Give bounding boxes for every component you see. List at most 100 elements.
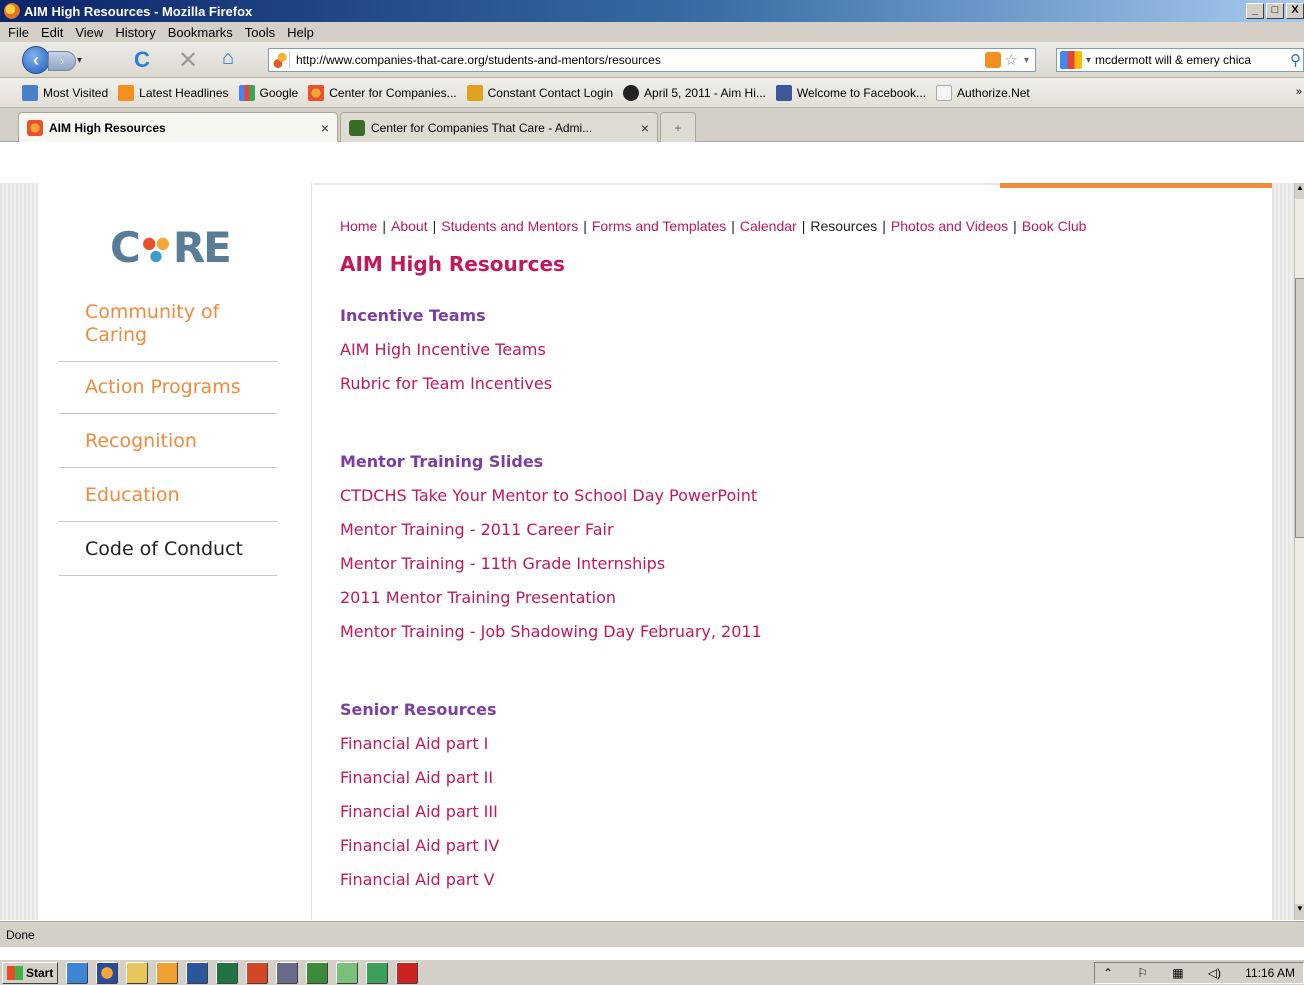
close-tab-icon[interactable]: ×: [321, 120, 329, 136]
site-sidebar: C RE Community of Caring Action Programs …: [38, 183, 312, 920]
volume-icon[interactable]: ◁): [1208, 966, 1221, 980]
bookmark-item[interactable]: Constant Contact Login: [466, 84, 613, 101]
resource-link[interactable]: Financial Aid part IV: [340, 836, 1260, 855]
resource-link[interactable]: Rubric for Team Incentives: [340, 374, 1260, 393]
menu-tools[interactable]: Tools: [245, 25, 275, 40]
menu-bookmarks[interactable]: Bookmarks: [168, 25, 233, 40]
ie-taskbar-icon[interactable]: [66, 961, 89, 984]
sidebar-item-code-of-conduct[interactable]: Code of Conduct: [59, 522, 277, 576]
window-title: AIM High Resources - Mozilla Firefox: [24, 3, 253, 19]
maximize-button[interactable]: □: [1266, 3, 1284, 19]
word-taskbar-icon[interactable]: [186, 961, 209, 984]
bookmark-item[interactable]: Latest Headlines: [118, 84, 229, 101]
start-button[interactable]: Start: [2, 961, 59, 984]
search-icon[interactable]: ⚲: [1290, 51, 1301, 69]
resource-link[interactable]: Mentor Training - 2011 Career Fair: [340, 520, 1260, 539]
sidebar-item-recognition[interactable]: Recognition: [59, 414, 277, 468]
web-page: C RE Community of Caring Action Programs …: [38, 183, 1272, 920]
sidebar-item-action-programs[interactable]: Action Programs: [59, 362, 277, 414]
resource-link[interactable]: Mentor Training - 11th Grade Internships: [340, 554, 1260, 573]
resource-link[interactable]: Mentor Training - Job Shadowing Day Febr…: [340, 622, 1260, 641]
care-logo[interactable]: C RE: [110, 223, 232, 272]
game-taskbar-icon[interactable]: [366, 961, 389, 984]
clock[interactable]: 11:16 AM: [1245, 966, 1295, 980]
tab-aim-high-resources[interactable]: AIM High Resources ×: [18, 112, 338, 142]
picture-taskbar-icon[interactable]: [336, 961, 359, 984]
sidebar-item-community-of-caring[interactable]: Community of Caring: [59, 295, 277, 362]
nav-about[interactable]: About: [391, 218, 428, 234]
status-bar: Done: [0, 921, 1304, 947]
folder-taskbar-icon[interactable]: [126, 961, 149, 984]
bookmark-star-icon[interactable]: ☆: [1005, 51, 1018, 69]
sidebar-item-education[interactable]: Education: [59, 468, 277, 522]
rss-icon: [118, 84, 135, 101]
stop-icon[interactable]: ✕: [178, 46, 198, 75]
menu-edit[interactable]: Edit: [41, 25, 63, 40]
nav-students-and-mentors[interactable]: Students and Mentors: [441, 218, 578, 234]
tray-expand-icon[interactable]: ⌃: [1103, 966, 1113, 980]
scroll-up-icon[interactable]: ▲: [1295, 183, 1304, 199]
resource-link[interactable]: Financial Aid part V: [340, 870, 1260, 889]
nav-home[interactable]: Home: [340, 218, 377, 234]
scroll-down-icon[interactable]: ▼: [1295, 904, 1304, 920]
scrollbar-thumb[interactable]: [1295, 278, 1304, 538]
google-engine-icon[interactable]: [1060, 51, 1082, 69]
resource-link[interactable]: Financial Aid part II: [340, 768, 1260, 787]
minimize-button[interactable]: _: [1246, 3, 1264, 19]
reload-icon[interactable]: C: [134, 47, 150, 73]
powerpoint-taskbar-icon[interactable]: [246, 961, 269, 984]
flag-icon[interactable]: ⚐: [1137, 966, 1148, 980]
bookmark-item[interactable]: Center for Companies...: [308, 84, 457, 101]
url-dropdown-icon[interactable]: ▾: [1024, 55, 1029, 66]
history-dropdown-icon[interactable]: ▾: [77, 55, 82, 66]
bookmark-item[interactable]: Most Visited: [22, 84, 108, 101]
clock-taskbar-icon[interactable]: [156, 961, 179, 984]
firefox-taskbar-icon[interactable]: [96, 961, 119, 984]
status-text: Done: [6, 927, 35, 942]
firefox-icon: [4, 3, 20, 19]
resource-link[interactable]: 2011 Mentor Training Presentation: [340, 588, 1260, 607]
network-icon[interactable]: ▦: [1172, 966, 1183, 980]
back-button[interactable]: ‹: [22, 46, 50, 74]
care-favicon-icon: [27, 119, 43, 136]
bookmark-item[interactable]: Google: [238, 84, 298, 101]
bookmark-item[interactable]: Welcome to Facebook...: [775, 84, 926, 101]
resource-link[interactable]: Financial Aid part I: [340, 734, 1260, 753]
new-tab-button[interactable]: +: [660, 112, 696, 142]
bookmark-item[interactable]: Authorize.Net: [936, 84, 1030, 101]
resource-link[interactable]: CTDCHS Take Your Mentor to School Day Po…: [340, 486, 1260, 505]
address-bar[interactable]: http://www.companies-that-care.org/stude…: [268, 48, 1036, 72]
tree-taskbar-icon[interactable]: [306, 961, 329, 984]
section-title: Incentive Teams: [340, 306, 486, 325]
bookmark-item[interactable]: April 5, 2011 - Aim Hi...: [623, 84, 766, 101]
nav-calendar[interactable]: Calendar: [740, 218, 797, 234]
menu-history[interactable]: History: [115, 25, 155, 40]
menu-file[interactable]: File: [8, 25, 29, 40]
bookmarks-overflow-icon[interactable]: »: [1296, 86, 1302, 98]
header-accent-bar: [1000, 183, 1272, 188]
window-titlebar: AIM High Resources - Mozilla Firefox _ □…: [0, 0, 1304, 22]
forward-button[interactable]: ›: [48, 51, 76, 71]
close-tab-icon[interactable]: ×: [641, 120, 649, 136]
menu-view[interactable]: View: [75, 25, 103, 40]
resource-link[interactable]: AIM High Incentive Teams: [340, 340, 1260, 359]
control-panel-taskbar-icon[interactable]: [276, 961, 299, 984]
excel-taskbar-icon[interactable]: [216, 961, 239, 984]
tab-center-for-companies[interactable]: Center for Companies That Care - Admi...…: [340, 112, 658, 142]
menu-help[interactable]: Help: [287, 25, 314, 40]
nav-photos-and-videos[interactable]: Photos and Videos: [891, 218, 1008, 234]
acrobat-taskbar-icon[interactable]: [396, 961, 419, 984]
close-window-button[interactable]: X: [1286, 3, 1304, 19]
bookmarks-toolbar: Most Visited Latest Headlines Google Cen…: [0, 78, 1304, 108]
home-icon[interactable]: ⌂: [222, 47, 234, 70]
vertical-scrollbar[interactable]: ▲ ▼: [1294, 183, 1304, 920]
rss-feed-icon[interactable]: [984, 52, 1001, 68]
nav-resources[interactable]: Resources: [810, 218, 877, 234]
url-text[interactable]: http://www.companies-that-care.org/stude…: [296, 53, 985, 67]
nav-forms-and-templates[interactable]: Forms and Templates: [592, 218, 726, 234]
resource-link[interactable]: Financial Aid part III: [340, 802, 1260, 821]
engine-dropdown-icon[interactable]: ▾: [1086, 55, 1091, 66]
search-bar[interactable]: ▾ mcdermott will & emery chica ⚲: [1056, 48, 1304, 72]
nav-book-club[interactable]: Book Club: [1022, 218, 1087, 234]
search-input[interactable]: mcdermott will & emery chica: [1095, 53, 1290, 67]
